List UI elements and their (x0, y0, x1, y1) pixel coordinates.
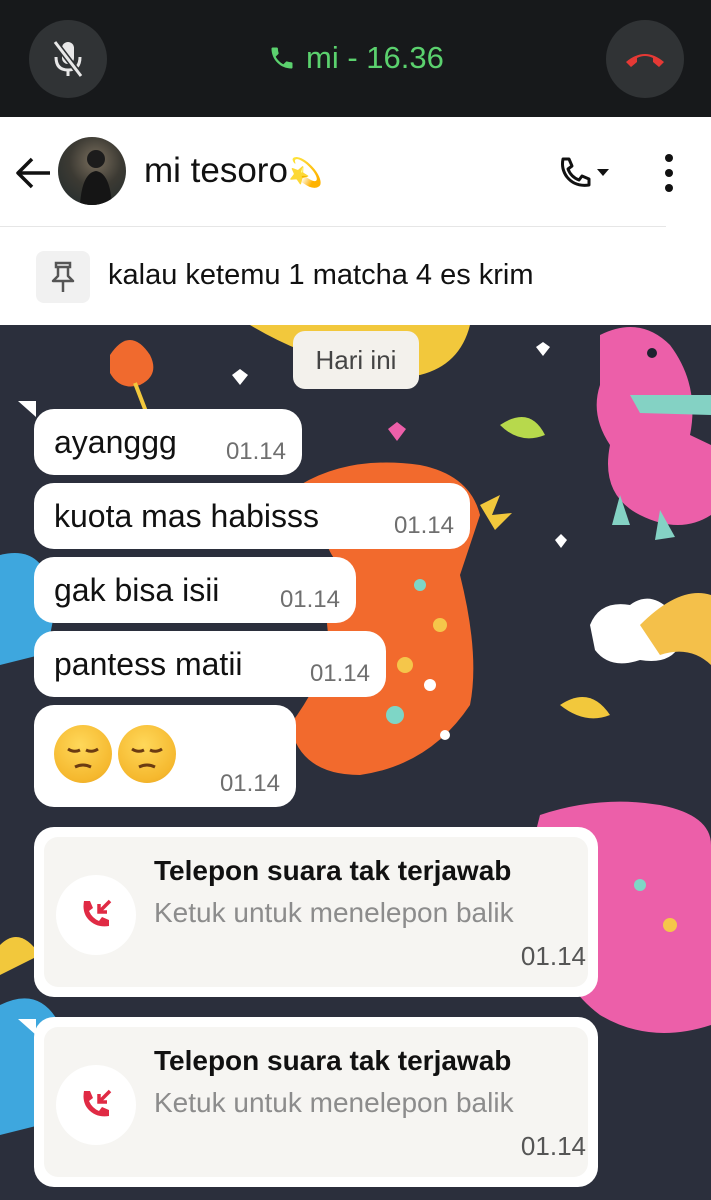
missed-call-title: Telepon suara tak terjawab (154, 855, 512, 886)
pin-icon-box (36, 251, 90, 303)
phone-icon (271, 47, 293, 69)
missed-call-card-inner: Telepon suara tak terjawab Ketuk untuk m… (44, 1027, 588, 1177)
bubble-tail (18, 401, 36, 417)
contact-name[interactable]: mi tesoro💫 (144, 151, 323, 191)
missed-call-icon-circle (56, 875, 136, 955)
message-text: kuota mas habisss (54, 498, 320, 534)
message-text: gak bisa isii (54, 572, 220, 608)
message-time: 01.14 (219, 770, 280, 797)
missed-call-icon (83, 1089, 112, 1117)
missed-call-icon (83, 899, 112, 927)
pinned-message-bar[interactable]: kalau ketemu 1 matcha 4 es krim (0, 227, 711, 325)
missed-call-card-inner: Telepon suara tak terjawab Ketuk untuk m… (44, 837, 588, 987)
phone-dropdown-icon[interactable] (555, 153, 615, 193)
more-vertical-icon[interactable] (656, 151, 682, 195)
message-time: 01.14 (393, 512, 454, 539)
pensive-face-icon (54, 725, 112, 783)
ongoing-call-banner[interactable]: mi - 16.36 (0, 0, 711, 117)
missed-call-time: 01.14 (520, 941, 586, 971)
pensive-face-icon (118, 725, 176, 783)
missed-call-card[interactable]: Telepon suara tak terjawab Ketuk untuk m… (34, 1017, 598, 1187)
missed-call-icon-circle (56, 1065, 136, 1145)
end-call-button[interactable] (606, 20, 684, 98)
pinned-message-text: kalau ketemu 1 matcha 4 es krim (108, 259, 534, 291)
call-status[interactable]: mi - 16.36 (268, 38, 444, 78)
missed-call-subtitle: Ketuk untuk menelepon balik (154, 1087, 514, 1118)
missed-call-time: 01.14 (520, 1131, 586, 1161)
missed-call-card[interactable]: Telepon suara tak terjawab Ketuk untuk m… (34, 827, 598, 997)
call-status-text: mi - 16.36 (306, 40, 444, 75)
message-text: pantess matii (54, 646, 243, 682)
contact-name-emoji: 💫 (287, 157, 323, 188)
call-end-icon (626, 54, 664, 67)
message-text: ayanggg (54, 424, 177, 460)
contact-name-text: mi tesoro (144, 151, 288, 190)
pin-icon (51, 261, 75, 292)
message-time: 01.14 (279, 586, 340, 613)
message-time: 01.14 (309, 660, 370, 687)
message-bubble[interactable]: ayanggg 01.14 (34, 409, 302, 475)
message-bubble[interactable]: pantess matii 01.14 (34, 631, 386, 697)
missed-call-title: Telepon suara tak terjawab (154, 1045, 512, 1076)
chat-header: mi tesoro💫 (0, 117, 711, 227)
date-chip: Hari ini (293, 331, 419, 389)
message-bubble[interactable]: 😔😔 01.14 (34, 705, 296, 807)
message-bubble[interactable]: kuota mas habisss 01.14 (34, 483, 470, 549)
arrow-left-icon[interactable] (14, 155, 54, 191)
avatar[interactable] (58, 137, 126, 205)
missed-call-subtitle: Ketuk untuk menelepon balik (154, 897, 514, 928)
mute-button[interactable] (29, 20, 107, 98)
message-bubble[interactable]: gak bisa isii 01.14 (34, 557, 356, 623)
mic-off-icon (52, 40, 84, 78)
chat-area[interactable]: Hari ini ayanggg 01.14 kuota mas habisss… (0, 325, 711, 1200)
message-time: 01.14 (225, 438, 286, 465)
avatar-photo-icon (80, 150, 112, 205)
